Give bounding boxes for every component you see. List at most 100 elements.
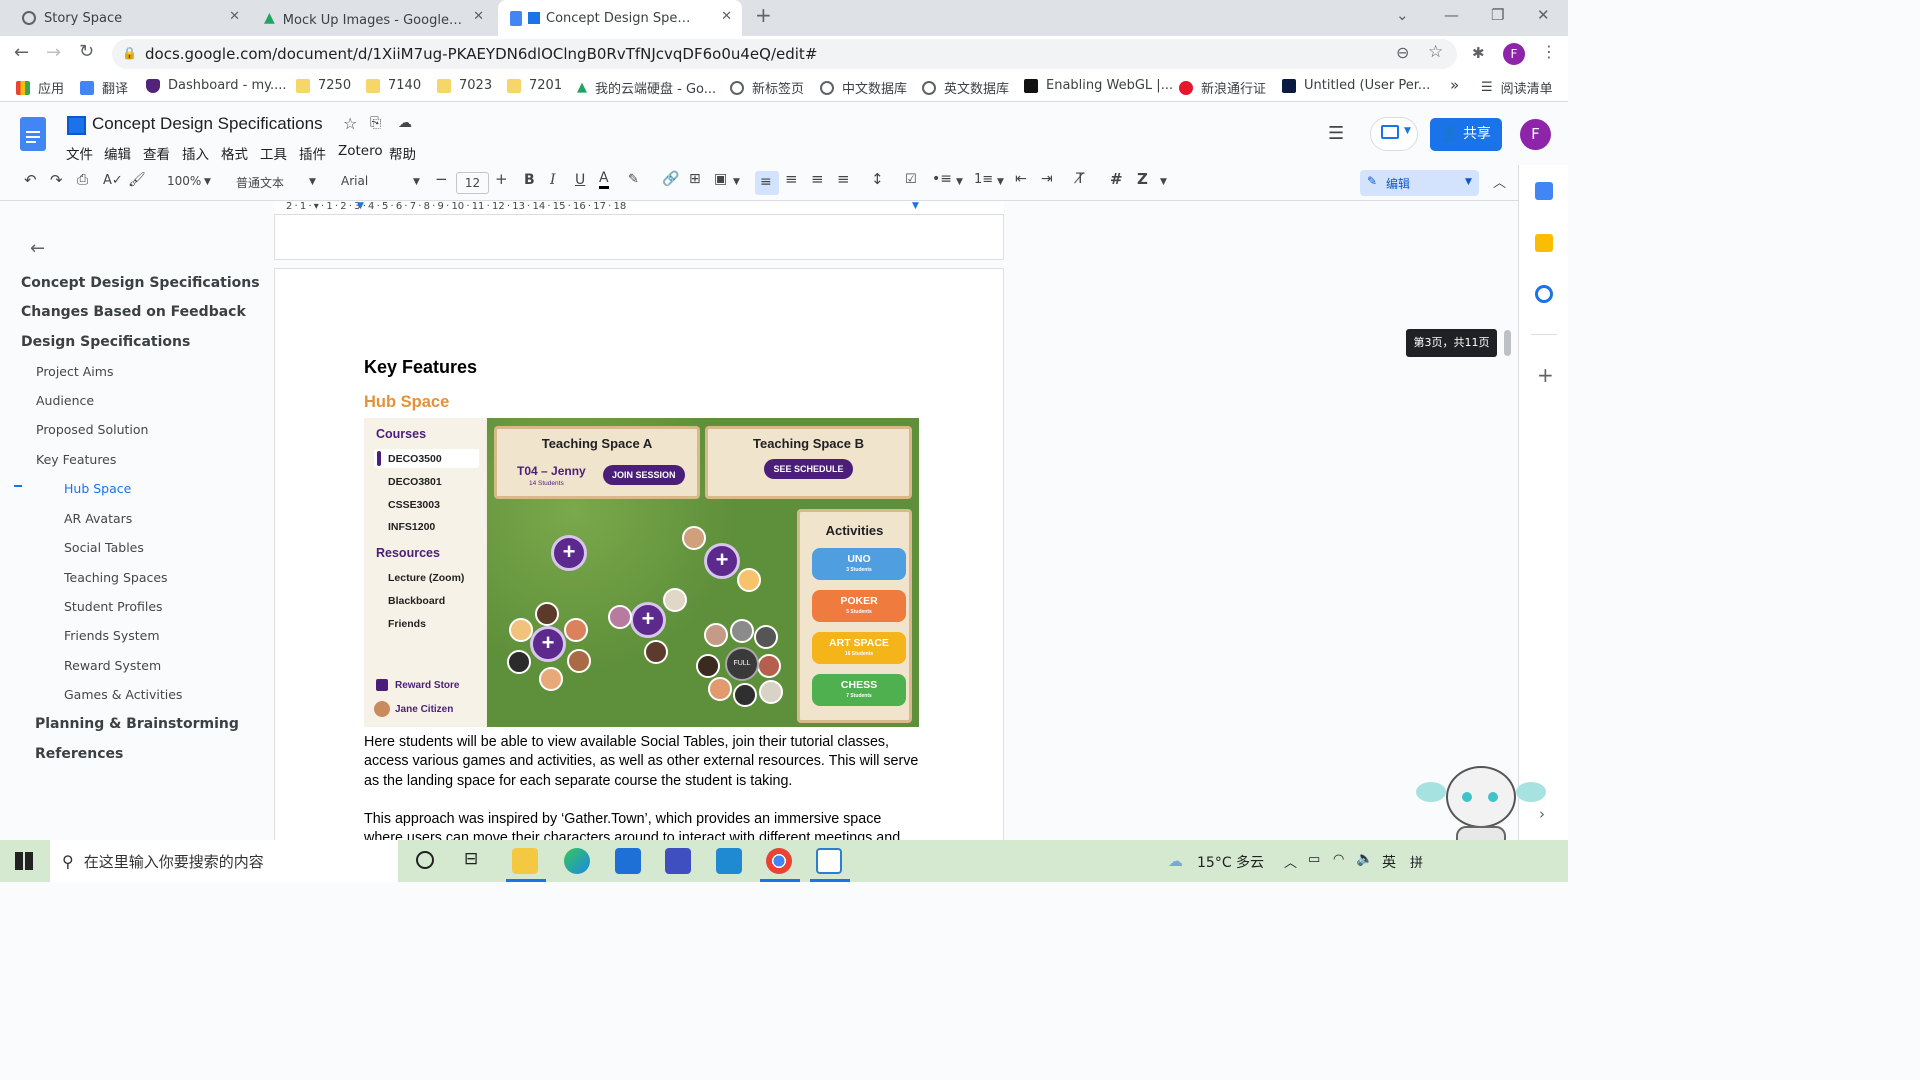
heading-key-features[interactable]: Key Features [364, 357, 477, 378]
font-select[interactable]: Arial [341, 174, 368, 188]
checklist-icon[interactable]: ☑ [905, 172, 917, 187]
visual-studio-icon[interactable] [665, 848, 691, 874]
bookmark-7201[interactable]: 7201 [507, 78, 562, 93]
volume-icon[interactable]: 🔈 [1356, 851, 1373, 867]
line-spacing-icon[interactable]: ↕ [871, 170, 884, 188]
text-color-icon[interactable]: A [599, 170, 609, 189]
forward-icon[interactable]: → [46, 42, 61, 63]
link-icon[interactable]: 🔗 [662, 171, 679, 187]
battery-icon[interactable]: ▭ [1308, 852, 1320, 867]
document-title[interactable]: Concept Design Specifications [92, 114, 323, 134]
align-right-icon[interactable]: ≡ [811, 170, 824, 188]
tray-chevron-icon[interactable]: ︿ [1284, 852, 1297, 871]
bookmark-untitled[interactable]: Untitled (User Per... [1282, 78, 1430, 93]
tab-concept-design[interactable]: Concept Design Specificati ✕ [498, 0, 742, 36]
menu-insert[interactable]: 插入 [182, 143, 209, 163]
underline-icon[interactable]: U [575, 172, 585, 188]
zotero-z-icon[interactable]: Z [1137, 170, 1148, 188]
ime-language[interactable]: 英 [1382, 852, 1396, 872]
outline-item-audience[interactable]: Audience [36, 393, 94, 408]
outline-item-concept-design[interactable]: Concept Design Specifications [21, 275, 260, 291]
ime-mode-icon[interactable]: 拼 [1410, 852, 1423, 871]
tab-mock-up-images[interactable]: ▲ Mock Up Images - Google 云端 ✕ [254, 0, 494, 36]
star-icon[interactable]: ☆ [343, 114, 357, 133]
outline-item-reward-system[interactable]: Reward System [64, 658, 161, 673]
comments-icon[interactable]: ☰ [1328, 123, 1344, 144]
bookmark-dashboard[interactable]: Dashboard - my.... [146, 78, 287, 93]
redo-icon[interactable]: ↷ [50, 171, 63, 189]
task-view-icon[interactable]: ⊟ [464, 849, 478, 869]
file-explorer-icon[interactable] [512, 848, 538, 874]
right-indent-marker-icon[interactable]: ▼ [912, 201, 919, 211]
increase-font-icon[interactable]: + [495, 170, 508, 188]
move-folder-icon[interactable]: ⎘ [370, 115, 381, 131]
editing-mode-select[interactable]: ✎ 编辑 ▼ [1360, 170, 1479, 196]
spellcheck-icon[interactable]: A✓ [103, 173, 123, 188]
font-size-input[interactable]: 12 [456, 172, 489, 194]
app-bird-icon[interactable] [816, 848, 842, 874]
bookmark-7140[interactable]: 7140 [366, 78, 421, 93]
omnibox[interactable]: 🔒 docs.google.com/document/d/1XiiM7ug-PK… [112, 39, 1457, 69]
bookmark-drive[interactable]: ▲ 我的云端硬盘 - Go... [577, 78, 716, 97]
indent-marker-icon[interactable]: ▼ [357, 201, 364, 211]
bookmarks-overflow-icon[interactable]: » [1450, 76, 1459, 94]
menu-zotero[interactable]: Zotero [338, 143, 383, 159]
heading-hub-space[interactable]: Hub Space [364, 393, 449, 412]
outline-item-project-aims[interactable]: Project Aims [36, 364, 113, 379]
minimize-icon[interactable]: — [1444, 6, 1459, 24]
calendar-icon[interactable] [1535, 182, 1553, 200]
taskbar-search[interactable]: ⚲ 在这里输入你要搜索的内容 [50, 840, 398, 882]
outline-item-planning[interactable]: Planning & Brainstorming [35, 716, 239, 732]
windows-start-icon[interactable] [15, 852, 33, 870]
cloud-status-icon[interactable]: ☁ [398, 115, 412, 131]
insert-image-icon[interactable]: ▣ [714, 171, 727, 187]
new-tab-icon[interactable]: + [755, 3, 772, 27]
account-avatar[interactable]: F [1520, 119, 1551, 150]
clear-formatting-icon[interactable]: T̸ [1076, 171, 1085, 187]
outline-item-proposed-solution[interactable]: Proposed Solution [36, 422, 148, 437]
collapse-toolbar-icon[interactable]: ︿ [1493, 172, 1506, 191]
highlight-icon[interactable]: ✎ [628, 172, 639, 187]
zoom-select[interactable]: 100% [167, 174, 201, 188]
italic-icon[interactable]: I [550, 172, 556, 188]
tab-search-icon[interactable]: ⌄ [1396, 6, 1409, 24]
chrome-icon[interactable] [766, 848, 792, 874]
body-paragraph[interactable]: Here students will be able to view avail… [364, 733, 924, 791]
cortana-icon[interactable] [416, 851, 434, 869]
print-icon[interactable]: ⎙ [77, 172, 88, 188]
menu-file[interactable]: 文件 [66, 143, 93, 163]
outline-item-hub-space[interactable]: Hub Space [64, 481, 131, 496]
menu-view[interactable]: 查看 [143, 143, 170, 163]
bold-icon[interactable]: B [524, 172, 535, 188]
reading-list[interactable]: ☰ 阅读清单 [1481, 78, 1553, 97]
bookmark-star-icon[interactable]: ☆ [1428, 42, 1443, 62]
zoom-icon[interactable]: ⊖ [1396, 43, 1409, 62]
increase-indent-icon[interactable]: ⇥ [1041, 171, 1053, 187]
back-icon[interactable]: ← [14, 42, 29, 63]
share-button[interactable]: 👤 共享 [1430, 118, 1502, 151]
close-tab-icon[interactable]: ✕ [721, 9, 732, 24]
undo-icon[interactable]: ↶ [24, 171, 37, 189]
tasks-icon[interactable] [1535, 285, 1553, 303]
bookmark-translate[interactable]: 翻译 [80, 78, 128, 97]
tab-story-space[interactable]: Story Space ✕ [10, 0, 250, 36]
expand-panel-icon[interactable]: › [1539, 805, 1545, 823]
bookmark-7023[interactable]: 7023 [437, 78, 492, 93]
weather-text[interactable]: 15°C 多云 [1197, 852, 1264, 872]
wifi-icon[interactable]: ◠ [1333, 852, 1344, 867]
scrollbar-thumb[interactable] [1504, 330, 1511, 356]
document-page[interactable]: Key Features Hub Space Courses DECO3500 … [274, 268, 1004, 868]
outline-item-social-tables[interactable]: Social Tables [64, 540, 144, 555]
bookmark-new-tab[interactable]: 新标签页 [730, 78, 804, 97]
outline-item-references[interactable]: References [35, 746, 123, 762]
numbered-list-icon[interactable]: 1≡ [974, 172, 993, 187]
align-center-icon[interactable]: ≡ [785, 170, 798, 188]
decrease-indent-icon[interactable]: ⇤ [1015, 171, 1027, 187]
hub-space-mockup-image[interactable]: Courses DECO3500 DECO3801 CSSE3003 INFS1… [364, 418, 919, 727]
justify-icon[interactable]: ≡ [837, 170, 850, 188]
reload-icon[interactable]: ↻ [79, 41, 94, 62]
bookmark-7250[interactable]: 7250 [296, 78, 351, 93]
bookmark-weibo[interactable]: 新浪通行证 [1179, 78, 1266, 97]
outline-item-ar-avatars[interactable]: AR Avatars [64, 511, 132, 526]
bullet-list-icon[interactable]: •≡ [932, 171, 952, 187]
